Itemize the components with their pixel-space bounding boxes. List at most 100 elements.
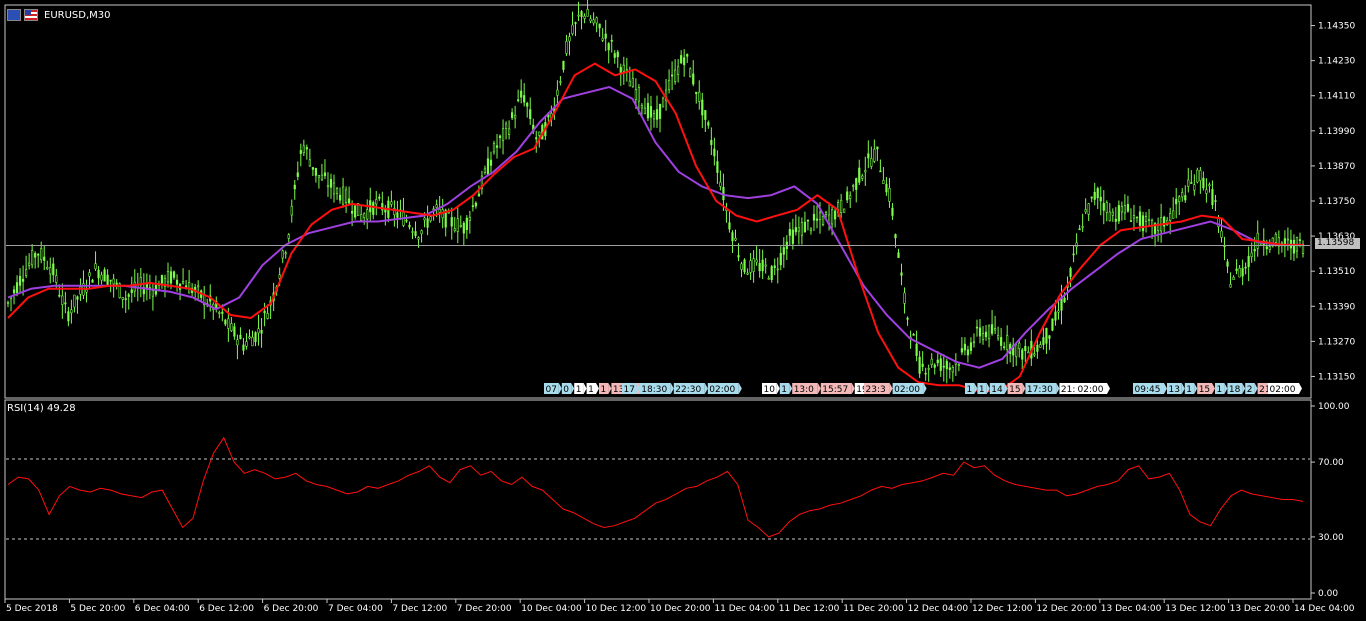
candle: [1250, 252, 1253, 258]
candle: [390, 201, 393, 205]
candle: [1120, 206, 1123, 213]
candle: [459, 225, 462, 227]
candle: [1181, 192, 1184, 198]
event-marker-label: 18: [1229, 385, 1241, 395]
candle: [661, 97, 665, 108]
candle: [1138, 211, 1142, 226]
candle: [366, 209, 369, 220]
candle: [568, 36, 571, 42]
candle: [830, 209, 834, 225]
price-tick-label: 1.14110: [1318, 92, 1355, 102]
candle: [227, 318, 230, 329]
candle: [1235, 268, 1238, 271]
candle: [915, 343, 918, 356]
candle: [1039, 344, 1042, 348]
candle: [1132, 215, 1136, 219]
rsi-tick-label: 70.00: [1318, 458, 1344, 468]
candle: [278, 274, 281, 279]
candle: [625, 69, 628, 71]
candle: [1193, 184, 1196, 191]
candle: [372, 202, 375, 215]
candle: [435, 204, 438, 208]
candle: [85, 289, 88, 293]
chart-canvas[interactable]: 1.14350 1.14230 1.14110 1.13990 1.13870 1.137…: [0, 0, 1366, 621]
candle: [649, 106, 653, 118]
price-tick-label: 1.14350: [1318, 22, 1355, 32]
candle: [317, 175, 321, 178]
candle: [64, 302, 67, 305]
candle: [888, 187, 891, 202]
candle: [616, 51, 619, 58]
candle: [565, 41, 568, 54]
time-tick-label: 7 Dec 12:00: [392, 604, 447, 614]
candle: [1096, 188, 1099, 199]
candle: [782, 247, 785, 255]
candle: [1129, 220, 1133, 222]
candle: [526, 102, 529, 107]
candle: [1301, 244, 1305, 254]
event-marker-label: 15: [1009, 385, 1020, 395]
candle: [12, 289, 16, 294]
event-markers: 07011113:001718:3022:3002:0010113:015:57…: [544, 383, 1302, 395]
candle: [1169, 213, 1172, 221]
candle: [477, 193, 481, 197]
candle: [348, 198, 351, 204]
candle: [815, 218, 819, 221]
candle: [1084, 209, 1087, 213]
candle: [314, 167, 318, 176]
candle: [1175, 198, 1178, 205]
candle: [966, 349, 970, 356]
candle: [852, 185, 855, 187]
candle: [299, 150, 302, 154]
candle: [806, 219, 810, 222]
time-tick-label: 11 Dec 04:00: [714, 604, 775, 614]
candle: [707, 122, 710, 126]
candle: [634, 89, 637, 100]
time-tick-label: 10 Dec 04:00: [521, 604, 582, 614]
candle: [462, 222, 465, 234]
candle: [1075, 242, 1078, 248]
candle: [749, 260, 752, 273]
candle: [728, 222, 731, 230]
candle: [918, 356, 921, 374]
candle: [577, 14, 580, 17]
candle: [323, 172, 327, 177]
candle: [734, 237, 737, 241]
candle: [818, 212, 822, 220]
candle: [1229, 284, 1232, 288]
candle: [1214, 200, 1217, 202]
candle: [465, 217, 468, 231]
candle: [948, 367, 951, 370]
candle: [589, 18, 592, 22]
price-tick-label: 1.14230: [1318, 57, 1355, 67]
event-marker-label: 18:30: [641, 385, 667, 395]
candle: [495, 145, 499, 148]
candle: [311, 167, 314, 170]
candle: [70, 309, 73, 314]
candle: [879, 170, 882, 173]
candle: [1126, 204, 1130, 212]
price-tick-label: 1.13270: [1318, 337, 1355, 347]
candle: [151, 290, 154, 297]
candle: [169, 271, 173, 284]
candle: [97, 269, 100, 279]
candle: [855, 178, 858, 190]
candle: [984, 331, 988, 337]
candle: [864, 170, 867, 173]
candle: [417, 237, 420, 240]
candle: [166, 271, 170, 283]
event-marker-label: 09:45: [1135, 385, 1161, 395]
time-tick-label: 10 Dec 12:00: [586, 604, 647, 614]
candle: [1036, 344, 1039, 352]
candle: [76, 296, 79, 300]
candle: [471, 205, 474, 207]
candle: [598, 23, 601, 29]
candle: [296, 172, 299, 177]
candle: [1268, 246, 1271, 250]
candle: [834, 210, 837, 220]
candle: [1286, 238, 1290, 241]
candle: [242, 344, 245, 351]
candle: [1117, 205, 1120, 222]
candle: [1102, 203, 1105, 211]
candle: [613, 53, 616, 58]
